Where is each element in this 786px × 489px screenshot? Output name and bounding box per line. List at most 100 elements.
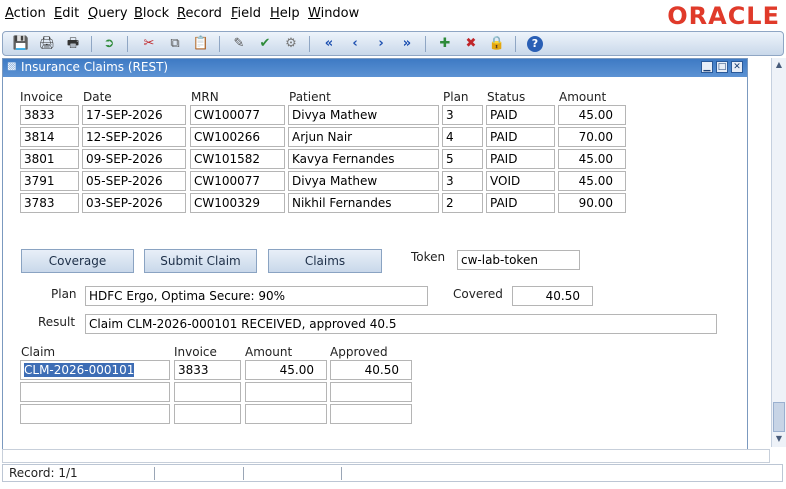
horizontal-scrollbar[interactable]	[2, 449, 770, 463]
approved-field[interactable]	[330, 404, 412, 424]
amount-field[interactable]: 45.00	[558, 171, 626, 191]
token-field[interactable]: cw-lab-token	[457, 250, 580, 270]
plan-field[interactable]: 3	[442, 105, 483, 125]
plan-field[interactable]: 3	[442, 171, 483, 191]
date-field[interactable]: 09-SEP-2026	[82, 149, 186, 169]
menu-query[interactable]: Query	[88, 6, 128, 21]
invoice-field[interactable]: 3801	[20, 149, 79, 169]
oracle-logo: ORACLE	[667, 2, 780, 30]
menu-block[interactable]: Block	[134, 6, 169, 21]
exit-icon[interactable]: ➲	[101, 36, 117, 52]
toolbar: 💾 🖨 🖶 ➲ ✂ ⧉ 📋 ✎ ✔ ⚙ « ‹ › » ✚ ✖ 🔒 ?	[2, 31, 784, 56]
clear-block-icon[interactable]: ✎	[231, 36, 247, 52]
mrn-field[interactable]: CW100266	[190, 127, 285, 147]
status-field[interactable]: PAID	[486, 149, 555, 169]
plan-field[interactable]: 2	[442, 193, 483, 213]
mrn-field[interactable]: CW100329	[190, 193, 285, 213]
window-titlebar[interactable]: ▩ Insurance Claims (REST) ▁ □ ✕	[3, 59, 747, 77]
status-field[interactable]: VOID	[486, 171, 555, 191]
paste-icon[interactable]: 📋	[193, 36, 209, 52]
invoice-field[interactable]: 3783	[20, 193, 79, 213]
amount-field[interactable]: 90.00	[558, 193, 626, 213]
amount-field[interactable]: 70.00	[558, 127, 626, 147]
plan-field[interactable]: 4	[442, 127, 483, 147]
print-setup-icon[interactable]: 🖶	[65, 36, 81, 52]
menu-action[interactable]: Action	[5, 6, 46, 21]
previous-record-icon[interactable]: ‹	[347, 36, 363, 52]
date-field[interactable]: 03-SEP-2026	[82, 193, 186, 213]
invoice-field[interactable]: 3791	[20, 171, 79, 191]
status-field[interactable]: PAID	[486, 105, 555, 125]
date-field[interactable]: 12-SEP-2026	[82, 127, 186, 147]
print-icon[interactable]: 🖨	[39, 36, 56, 52]
first-record-icon[interactable]: «	[321, 36, 337, 52]
menu-record[interactable]: Record	[177, 6, 222, 21]
last-record-icon[interactable]: »	[399, 36, 415, 52]
vertical-scrollbar[interactable]: ▲ ▼	[771, 58, 786, 447]
header-claim: Claim	[21, 345, 56, 359]
invoice-field[interactable]: 3814	[20, 127, 79, 147]
plan-field[interactable]: 5	[442, 149, 483, 169]
next-record-icon[interactable]: ›	[373, 36, 389, 52]
patient-field[interactable]: Nikhil Fernandes	[288, 193, 439, 213]
claim-invoice-field[interactable]: 3833	[174, 360, 241, 380]
claim-invoice-field[interactable]	[174, 404, 241, 424]
menu-help[interactable]: Help	[270, 6, 300, 21]
claim-amount-field[interactable]	[245, 382, 327, 402]
date-field[interactable]: 17-SEP-2026	[82, 105, 186, 125]
menu-field[interactable]: Field	[231, 6, 261, 21]
minimize-icon[interactable]: ▁	[701, 61, 713, 73]
mrn-field[interactable]: CW101582	[190, 149, 285, 169]
save-icon[interactable]: 💾	[13, 36, 29, 52]
claim-field[interactable]: CLM-2026-000101	[20, 360, 170, 380]
claim-invoice-field[interactable]	[174, 382, 241, 402]
scroll-up-icon[interactable]: ▲	[774, 60, 784, 70]
help-icon[interactable]: ?	[527, 36, 543, 52]
mrn-field[interactable]: CW100077	[190, 105, 285, 125]
header-amount: Amount	[559, 90, 607, 104]
amount-field[interactable]: 45.00	[558, 105, 626, 125]
claim-amount-field[interactable]: 45.00	[245, 360, 327, 380]
status-divider	[341, 467, 342, 480]
status-field[interactable]: PAID	[486, 193, 555, 213]
claim-field[interactable]	[20, 382, 170, 402]
mrn-field[interactable]: CW100077	[190, 171, 285, 191]
plan-description-field[interactable]: HDFC Ergo, Optima Secure: 90%	[85, 286, 428, 306]
submit-claim-button[interactable]: Submit Claim	[144, 249, 257, 273]
insert-record-icon[interactable]: ✚	[437, 36, 453, 52]
scroll-down-icon[interactable]: ▼	[774, 434, 784, 444]
execute-query-icon[interactable]: ⚙	[283, 36, 299, 52]
header-invoice: Invoice	[20, 90, 63, 104]
menu-window[interactable]: Window	[308, 6, 359, 21]
patient-field[interactable]: Arjun Nair	[288, 127, 439, 147]
claim-amount-field[interactable]	[245, 404, 327, 424]
coverage-button[interactable]: Coverage	[21, 249, 134, 273]
menu-bar: Action Edit Query Block Record Field Hel…	[0, 0, 786, 30]
status-field[interactable]: PAID	[486, 127, 555, 147]
invoice-field[interactable]: 3833	[20, 105, 79, 125]
result-field[interactable]: Claim CLM-2026-000101 RECEIVED, approved…	[85, 314, 717, 334]
amount-field[interactable]: 45.00	[558, 149, 626, 169]
patient-field[interactable]: Divya Mathew	[288, 171, 439, 191]
copy-icon[interactable]: ⧉	[167, 36, 183, 52]
close-icon[interactable]: ✕	[731, 61, 743, 73]
status-divider	[154, 467, 155, 480]
header-status: Status	[487, 90, 526, 104]
maximize-icon[interactable]: □	[716, 61, 728, 73]
status-bar: Record: 1/1	[2, 464, 783, 482]
covered-label: Covered	[453, 287, 503, 301]
covered-field[interactable]: 40.50	[512, 286, 593, 306]
menu-edit[interactable]: Edit	[54, 6, 79, 21]
lock-record-icon[interactable]: 🔒	[489, 36, 505, 52]
cut-icon[interactable]: ✂	[141, 36, 157, 52]
enter-query-icon[interactable]: ✔	[257, 36, 273, 52]
approved-field[interactable]	[330, 382, 412, 402]
delete-record-icon[interactable]: ✖	[463, 36, 479, 52]
patient-field[interactable]: Kavya Fernandes	[288, 149, 439, 169]
scrollbar-thumb[interactable]	[773, 402, 785, 432]
patient-field[interactable]: Divya Mathew	[288, 105, 439, 125]
approved-field[interactable]: 40.50	[330, 360, 412, 380]
date-field[interactable]: 05-SEP-2026	[82, 171, 186, 191]
claim-field[interactable]	[20, 404, 170, 424]
claims-button[interactable]: Claims	[268, 249, 382, 273]
